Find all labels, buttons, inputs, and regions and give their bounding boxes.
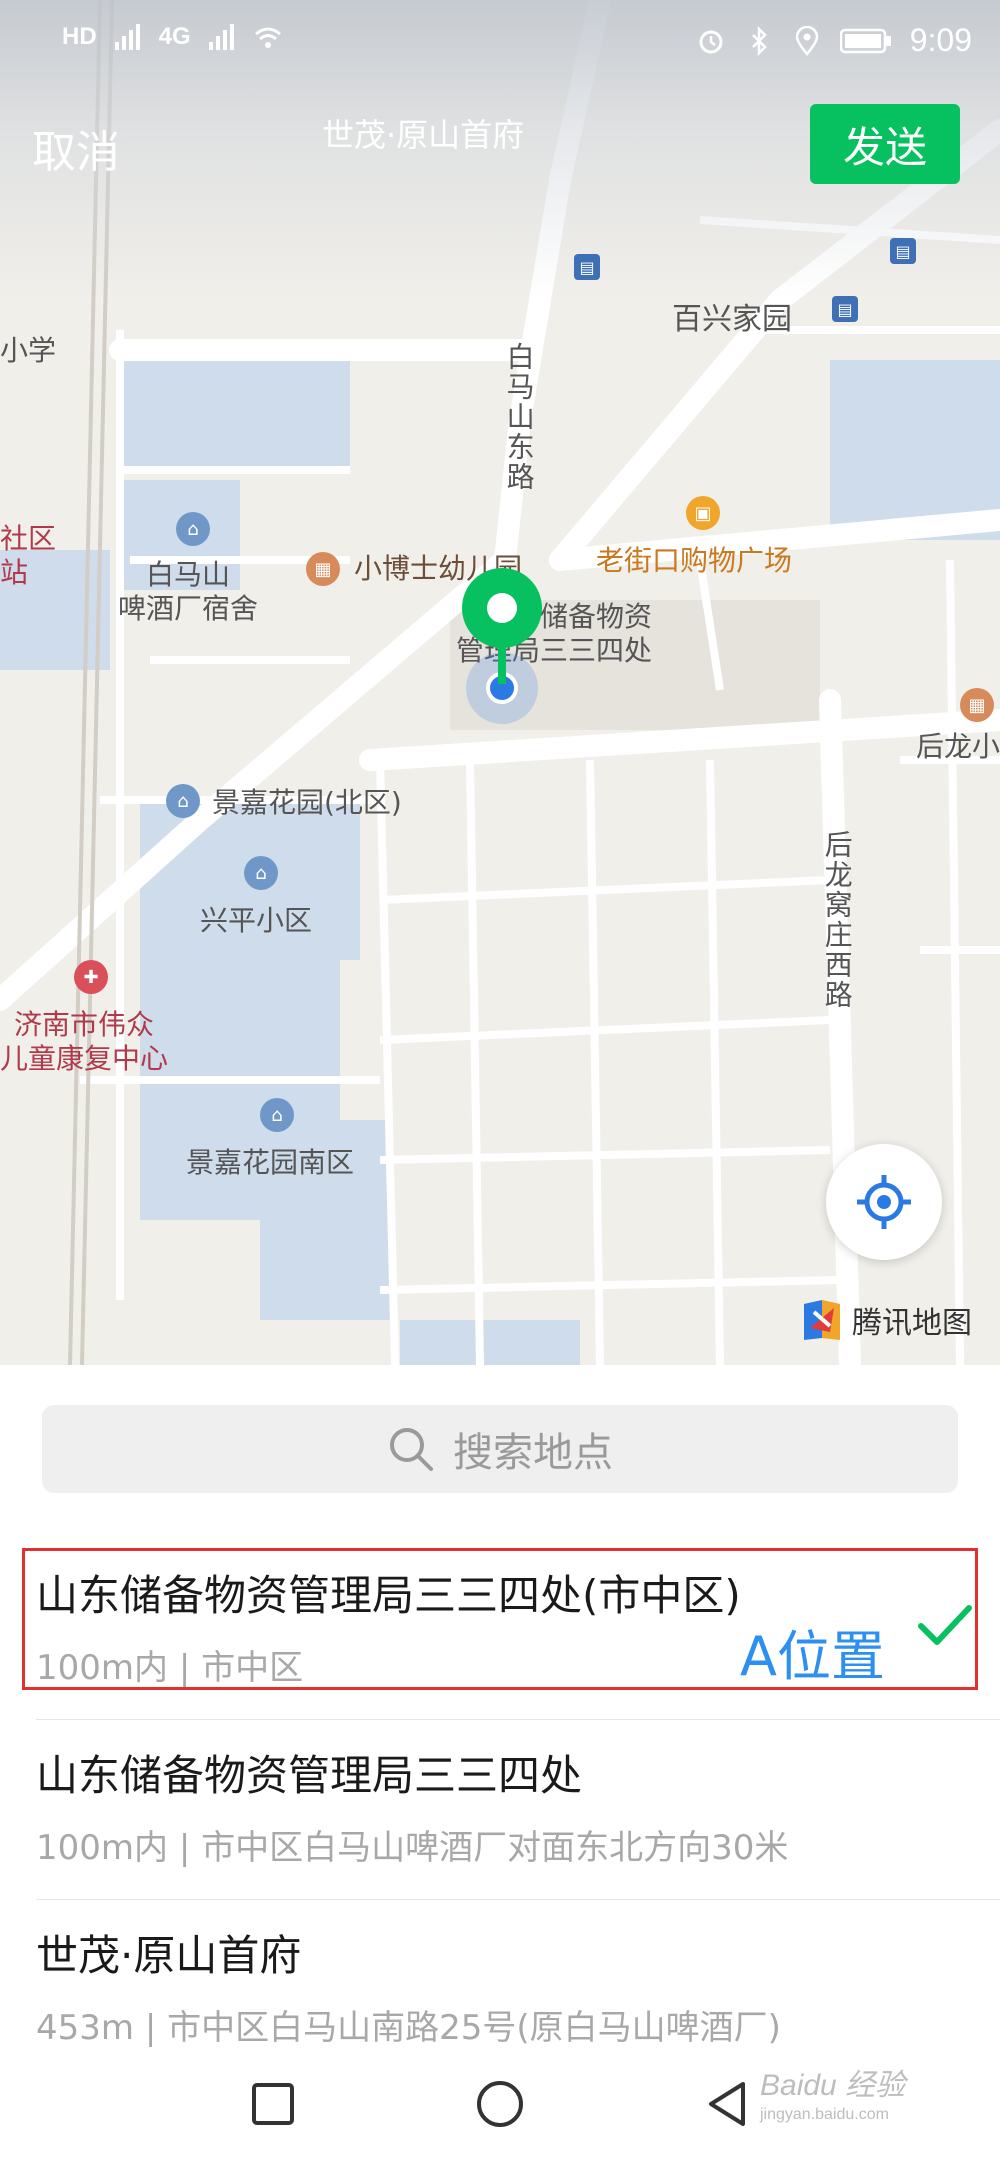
bluetooth-icon bbox=[751, 25, 767, 56]
map-label-community-station: 社区 站 bbox=[0, 522, 57, 589]
locate-me-button[interactable] bbox=[826, 1144, 942, 1260]
home-icon[interactable] bbox=[475, 2079, 525, 2129]
map-label-jingjia-south: 景嘉花园南区 bbox=[186, 1146, 355, 1179]
map-label-baimashan-dorm: 白马山 啤酒厂宿舍 bbox=[118, 558, 259, 625]
status-bar: HD 4G 9:09 bbox=[0, 0, 1000, 80]
list-item[interactable]: 山东储备物资管理局三三四处 100m内 | 市中区白马山啤酒厂对面东北方向30米 bbox=[0, 1720, 1000, 1900]
home-poi-icon[interactable]: ⌂ bbox=[166, 784, 200, 818]
search-icon bbox=[390, 1428, 433, 1471]
bus-stop-icon[interactable]: ▤ bbox=[890, 238, 916, 264]
map-label-houlong: 后龙小 bbox=[916, 730, 1000, 763]
home-poi-icon[interactable]: ⌂ bbox=[260, 1098, 294, 1132]
map-label-shimao: 世茂·原山首府 bbox=[322, 116, 525, 154]
baidu-watermark: Baidu 经验 jingyan.baidu.com bbox=[760, 2060, 905, 2124]
map-label-school: 小学 bbox=[0, 334, 57, 367]
location-icon bbox=[795, 25, 818, 56]
map-label-jingjia-north: 景嘉花园(北区) bbox=[212, 786, 402, 819]
map-brand: 腾讯地图 bbox=[800, 1298, 972, 1342]
cancel-button[interactable]: 取消 bbox=[32, 116, 120, 180]
signal-icon bbox=[208, 24, 234, 50]
back-icon[interactable] bbox=[705, 2080, 749, 2128]
location-pin-icon[interactable] bbox=[462, 568, 542, 648]
map-brand-name: 腾讯地图 bbox=[852, 1306, 972, 1341]
send-button[interactable]: 发送 bbox=[810, 104, 960, 184]
home-poi-icon[interactable]: ⌂ bbox=[176, 512, 210, 546]
map-label-weizhong: 济南市伟众 儿童康复中心 bbox=[0, 1008, 169, 1075]
bus-stop-icon[interactable]: ▤ bbox=[574, 254, 600, 280]
annotation-label: A位置 bbox=[740, 1625, 885, 1688]
map-label-road-baimashan-east: 白马山东路 bbox=[502, 342, 536, 492]
bus-stop-icon[interactable]: ▤ bbox=[832, 296, 858, 322]
map-label-xingping: 兴平小区 bbox=[200, 904, 313, 937]
checkmark-icon bbox=[918, 1605, 972, 1645]
recent-apps-icon[interactable] bbox=[251, 2082, 295, 2126]
result-title: 世茂·原山首府 bbox=[36, 1931, 302, 1980]
search-input[interactable]: 搜索地点 bbox=[42, 1405, 958, 1493]
map-label-road-houlong: 后龙窝庄西路 bbox=[820, 830, 854, 1010]
school-poi-icon[interactable]: ▦ bbox=[306, 552, 340, 586]
tencent-map-logo-icon bbox=[804, 1300, 840, 1340]
shopping-cart-icon[interactable]: ▣ bbox=[686, 496, 720, 530]
battery-icon bbox=[839, 28, 891, 53]
map-label-laojiekou: 老街口购物广场 bbox=[596, 544, 793, 577]
alarm-icon bbox=[699, 30, 723, 53]
result-subtitle: 100m内 | 市中区白马山啤酒厂对面东北方向30米 bbox=[36, 1828, 789, 1868]
wifi-icon bbox=[254, 27, 281, 48]
crosshair-icon bbox=[857, 1175, 911, 1229]
status-time: 9:09 bbox=[909, 22, 972, 58]
network-type-label: 4G bbox=[158, 23, 191, 50]
hd-icon: HD bbox=[62, 23, 97, 50]
search-placeholder: 搜索地点 bbox=[453, 1430, 613, 1476]
hospital-poi-icon[interactable]: ✚ bbox=[74, 960, 108, 994]
result-title: 山东储备物资管理局三三四处 bbox=[36, 1751, 583, 1800]
watermark-brand: Baidu 经验 bbox=[760, 2069, 906, 2102]
home-poi-icon[interactable]: ⌂ bbox=[244, 856, 278, 890]
map-view[interactable]: 世茂·原山首府 百兴家园 白马山东路 小学 社区 站 白马山 啤酒厂宿舍 小博士… bbox=[0, 0, 1000, 1365]
school-poi-icon[interactable]: ▦ bbox=[960, 688, 994, 722]
watermark-url: jingyan.baidu.com bbox=[760, 2106, 889, 2123]
signal-icon bbox=[114, 24, 140, 50]
map-label-baixing: 百兴家园 bbox=[672, 302, 792, 337]
